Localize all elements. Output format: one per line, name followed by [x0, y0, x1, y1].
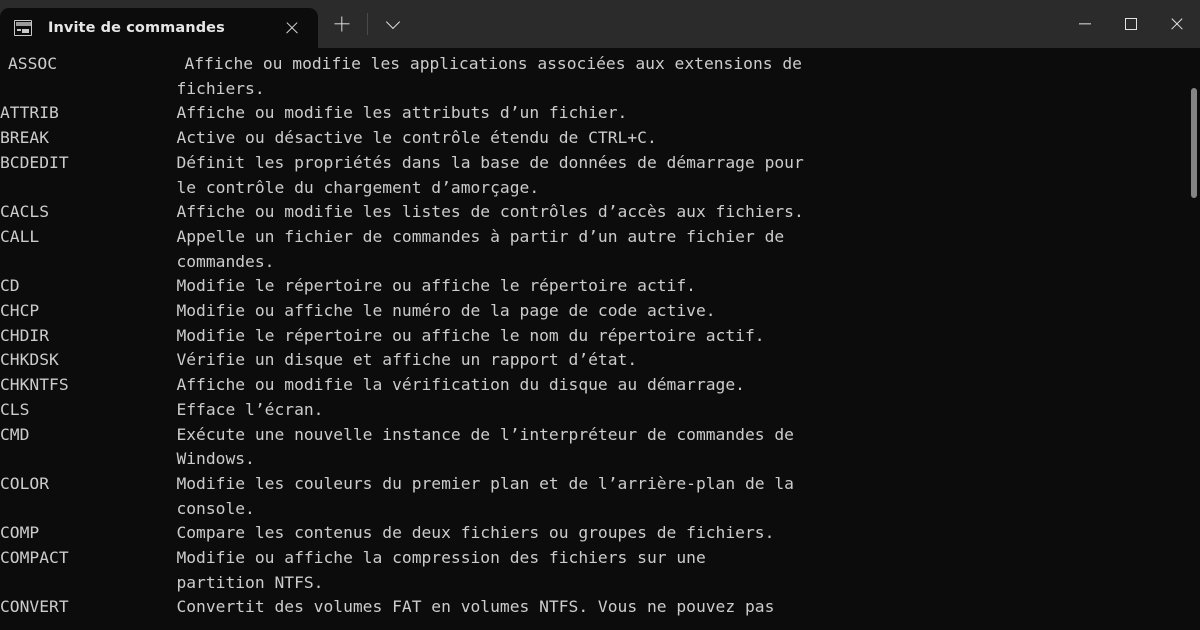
minimize-icon[interactable]	[1062, 0, 1108, 48]
close-window-icon[interactable]	[1154, 0, 1200, 48]
new-tab-icon[interactable]	[322, 7, 362, 41]
console-icon	[14, 20, 32, 36]
chevron-down-icon[interactable]	[373, 7, 413, 41]
tab-title: Invite de commandes	[48, 20, 225, 36]
close-tab-icon[interactable]	[272, 13, 312, 43]
console-text: ASSOC Affiche ou modifie les application…	[0, 54, 804, 617]
tab-actions-divider	[367, 13, 368, 35]
terminal-scrollbar[interactable]	[1186, 48, 1200, 630]
title-bar-drag-region[interactable]	[413, 0, 1062, 48]
scrollbar-thumb[interactable]	[1191, 88, 1197, 198]
terminal-output-area[interactable]: ASSOC Affiche ou modifie les application…	[0, 48, 1200, 630]
terminal-window: Invite de commandes ASSOC Affiche ou mod…	[0, 0, 1200, 630]
window-controls	[1062, 0, 1200, 48]
tab-strip: Invite de commandes	[0, 0, 318, 48]
title-bar: Invite de commandes	[0, 0, 1200, 48]
maximize-icon[interactable]	[1108, 0, 1154, 48]
tab-invite-de-commandes[interactable]: Invite de commandes	[0, 8, 318, 48]
tab-bar-actions	[318, 0, 413, 48]
